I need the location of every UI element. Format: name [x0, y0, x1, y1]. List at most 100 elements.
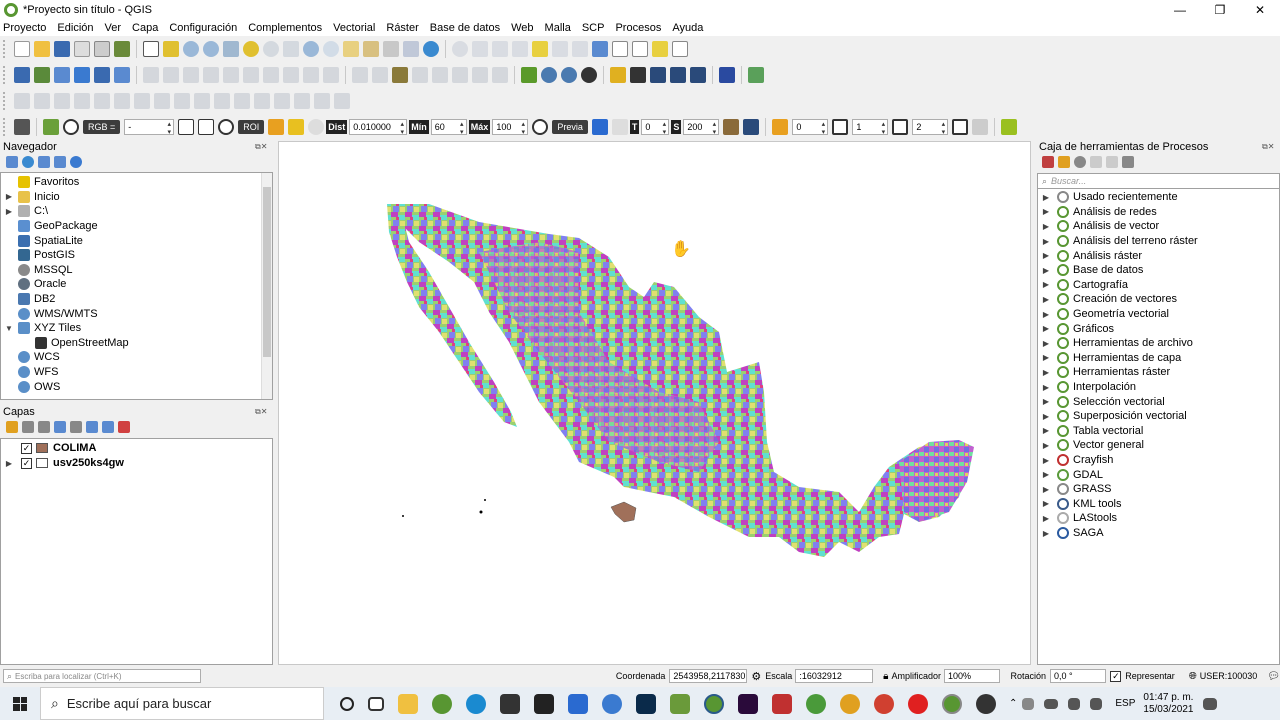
navigator-item[interactable]: GeoPackage — [1, 219, 98, 234]
expand-arrow-icon[interactable]: ▶ — [1041, 470, 1051, 479]
max-input[interactable]: 100 — [492, 119, 529, 136]
layer-checkbox[interactable]: ✓ — [21, 457, 32, 469]
processing-provider[interactable]: ▶ Base de datos — [1038, 263, 1143, 278]
processing-provider[interactable]: ▶ Usado recientemente — [1038, 190, 1178, 205]
pencil-icon[interactable] — [74, 67, 90, 83]
qgis-second-icon[interactable] — [942, 693, 962, 714]
map-canvas[interactable]: ✋ — [278, 141, 1031, 665]
expand-arrow-icon[interactable]: ▶ — [1041, 499, 1051, 508]
scp-dock-icon[interactable] — [14, 119, 30, 135]
menu-base-de-datos[interactable]: Base de datos — [430, 22, 500, 34]
identify-icon[interactable] — [452, 41, 468, 57]
file-explorer-icon[interactable] — [398, 693, 418, 714]
menu-proyecto[interactable]: Proyecto — [3, 22, 46, 34]
opera-icon[interactable] — [908, 693, 928, 714]
expand-arrow-icon[interactable]: ▶ — [1041, 280, 1051, 289]
processing-provider[interactable]: ▶ Creación de vectores — [1038, 292, 1177, 307]
expand-arrow-icon[interactable]: ▶ — [1041, 310, 1051, 319]
zoom-to-selection-icon[interactable] — [243, 41, 259, 57]
processing-provider[interactable]: ▶ Análisis del terreno ráster — [1038, 234, 1198, 249]
rotate-label-icon[interactable] — [452, 67, 468, 83]
messages-icon[interactable]: 💬︎ — [1267, 671, 1280, 682]
band-input-3[interactable]: 2 — [912, 119, 949, 136]
roi-polygon-icon[interactable] — [268, 119, 285, 135]
scp-band-set-icon[interactable] — [43, 119, 59, 135]
expand-arrow-icon[interactable]: ▶ — [1041, 193, 1051, 202]
rgb-select[interactable]: - — [124, 119, 175, 136]
expand-arrow-icon[interactable]: ▶ — [1041, 339, 1051, 348]
merge-features-icon[interactable] — [254, 93, 270, 109]
navigator-scrollbar[interactable] — [261, 173, 272, 399]
search-globe-icon[interactable] — [541, 67, 557, 83]
processing-search-input[interactable]: ⌕ Buscar... — [1037, 173, 1280, 189]
processing-provider[interactable]: ▶ Superposición vectorial — [1038, 409, 1187, 424]
delete-ring-icon[interactable] — [134, 93, 150, 109]
kml-icon[interactable] — [650, 67, 666, 83]
scripts-icon[interactable] — [1058, 156, 1070, 168]
pin-label-icon[interactable] — [372, 67, 388, 83]
move-label-icon[interactable] — [432, 67, 448, 83]
text-annotation-icon[interactable] — [672, 41, 688, 57]
tray-app-icon[interactable] — [1022, 697, 1035, 710]
diagram-icon[interactable] — [492, 67, 508, 83]
filter-expression-icon[interactable] — [70, 421, 82, 433]
expand-all-icon[interactable] — [86, 421, 98, 433]
navigator-item[interactable]: WCS — [1, 350, 60, 365]
expand-arrow-icon[interactable]: ▶ — [1041, 237, 1051, 246]
expand-arrow-icon[interactable]: ▶ — [1041, 251, 1051, 260]
field-calculator-icon[interactable] — [572, 41, 588, 57]
open-project-icon[interactable] — [34, 41, 50, 57]
expand-arrow-icon[interactable]: ▶ — [1041, 295, 1051, 304]
expand-arrow-icon[interactable]: ▶ — [4, 207, 14, 216]
taskbar-search-box[interactable]: ⌕ Escribe aquí para buscar — [40, 687, 324, 720]
t-input[interactable]: 0 — [641, 119, 670, 136]
measure-icon[interactable] — [632, 41, 648, 57]
navigator-item[interactable]: ▶ Inicio — [1, 190, 60, 205]
rotation-input[interactable]: 0,0 ° — [1050, 669, 1107, 683]
expand-arrow-icon[interactable]: ▶ — [1041, 222, 1051, 231]
results-icon[interactable] — [1090, 156, 1102, 168]
notifications-icon[interactable] — [1203, 697, 1218, 710]
scp-kml-icon[interactable] — [743, 119, 760, 135]
navigator-item[interactable]: ▶ C:\ — [1, 204, 48, 219]
menu-ver[interactable]: Ver — [105, 22, 122, 34]
refresh-icon[interactable] — [423, 41, 439, 57]
navigator-item[interactable]: OpenStreetMap — [1, 336, 129, 351]
georeferencer-icon[interactable] — [521, 67, 537, 83]
close-button[interactable]: ✕ — [1240, 0, 1280, 20]
scrollbar-thumb[interactable] — [263, 187, 271, 357]
python-console-icon[interactable] — [610, 67, 626, 83]
expand-arrow-icon[interactable]: ▶ — [1041, 441, 1051, 450]
expand-arrow-icon[interactable]: ▶ — [1041, 353, 1051, 362]
navigator-item[interactable]: SpatiaLite — [1, 233, 83, 248]
edit-features-icon[interactable] — [1106, 156, 1118, 168]
html-icon[interactable] — [690, 67, 706, 83]
tray-chevron-icon[interactable]: ⌃ — [1009, 698, 1017, 709]
new-print-layout-icon[interactable] — [74, 41, 90, 57]
expand-arrow-icon[interactable]: ▶ — [1041, 324, 1051, 333]
expand-arrow-icon[interactable]: ▼ — [4, 324, 14, 333]
app-green-icon[interactable] — [806, 693, 826, 714]
style-manager-icon[interactable] — [114, 41, 130, 57]
processing-provider[interactable]: ▶ SAGA — [1038, 526, 1104, 541]
scp-zoom-preview-icon[interactable] — [532, 119, 549, 135]
split-parts-icon[interactable] — [234, 93, 250, 109]
navigator-panel-buttons[interactable]: ⧉✕ — [255, 142, 267, 152]
band-next-icon-3[interactable] — [952, 119, 969, 135]
network-icon[interactable] — [1068, 697, 1081, 710]
rotate-feature-icon[interactable] — [34, 93, 50, 109]
layout-manager-icon[interactable] — [94, 41, 110, 57]
processing-provider[interactable]: ▶ Selección vectorial — [1038, 394, 1165, 409]
scp-table-icon[interactable] — [972, 119, 989, 135]
navigator-item[interactable]: WMS/WMTS — [1, 306, 98, 321]
band-next-icon-1[interactable] — [832, 119, 849, 135]
redo-preview-icon[interactable] — [611, 119, 628, 135]
menu-vectorial[interactable]: Vectorial — [333, 22, 375, 34]
deselect-icon[interactable] — [532, 41, 548, 57]
processing-provider[interactable]: ▶ Interpolación — [1038, 380, 1136, 395]
processing-provider[interactable]: ▶ KML tools — [1038, 497, 1122, 512]
processing-provider[interactable]: ▶ LAStools — [1038, 511, 1117, 526]
layer-row-colima[interactable]: ✓ COLIMA — [1, 441, 96, 456]
plugin-icon[interactable] — [748, 67, 764, 83]
minimize-button[interactable]: — — [1160, 0, 1200, 20]
